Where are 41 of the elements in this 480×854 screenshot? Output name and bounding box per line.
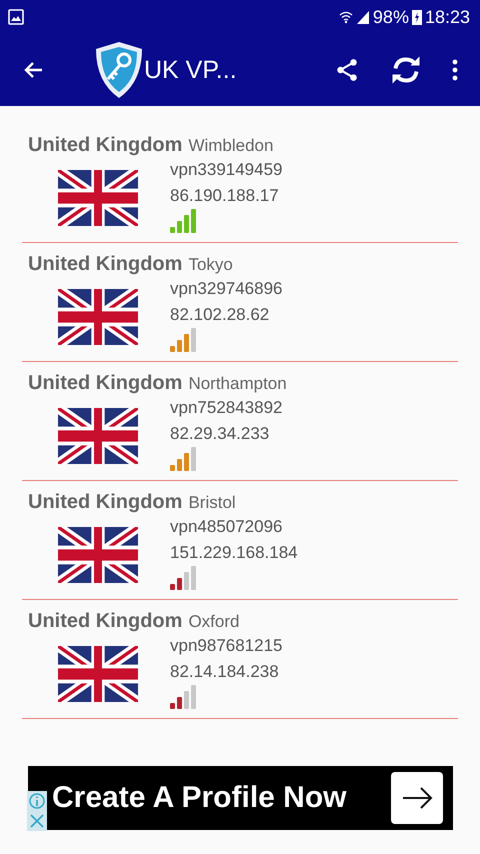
wifi-icon (338, 10, 353, 24)
ip-address: 82.29.34.233 (170, 423, 270, 445)
signal-strength-icon (170, 447, 196, 471)
ip-address: 151.229.168.184 (170, 542, 298, 564)
clock: 18:23 (424, 6, 470, 28)
city-name[interactable]: Bristol (188, 493, 236, 513)
ad-banner[interactable]: Create A Profile Now (28, 766, 453, 830)
city-name[interactable]: Northampton (188, 374, 287, 394)
server-host: vpn485072096 (170, 516, 284, 538)
signal-strength-icon (170, 566, 196, 590)
ad-headline[interactable]: Create A Profile Now (52, 781, 347, 815)
flag-icon (58, 170, 138, 226)
shield-key-icon (94, 40, 144, 100)
country-name[interactable]: United Kingdom (28, 610, 182, 633)
server-host: vpn752843892 (170, 397, 283, 419)
country-name[interactable]: United Kingdom (28, 372, 182, 395)
gallery-icon (8, 9, 24, 25)
signal-strength-icon (170, 328, 196, 352)
ip-address: 82.102.28.62 (170, 304, 270, 326)
country-name[interactable]: United Kingdom (28, 134, 182, 157)
country-name[interactable]: United Kingdom (28, 491, 182, 514)
flag-icon (58, 646, 138, 702)
flag-icon (58, 289, 138, 345)
signal-strength-icon (170, 209, 196, 233)
flag-icon (58, 408, 138, 464)
country-name[interactable]: United Kingdom (28, 253, 182, 276)
city-name[interactable]: Wimbledon (188, 136, 274, 156)
city-name[interactable]: Tokyo (188, 255, 233, 275)
ip-address: 86.190.188.17 (170, 185, 280, 207)
app-title: UK VP... (144, 56, 238, 84)
city-name[interactable]: Oxford (188, 612, 240, 632)
more-icon[interactable] (452, 58, 458, 82)
signal-strength-icon (170, 685, 196, 709)
server-host: vpn339149459 (170, 159, 283, 181)
battery-icon (412, 9, 422, 25)
server-host: vpn329746896 (170, 278, 283, 300)
signal-icon (356, 10, 370, 24)
ip-address: 82.14.184.238 (170, 661, 280, 683)
flag-icon (58, 527, 138, 583)
server-host: vpn987681215 (170, 635, 283, 657)
battery-percent: 98% (372, 6, 409, 28)
